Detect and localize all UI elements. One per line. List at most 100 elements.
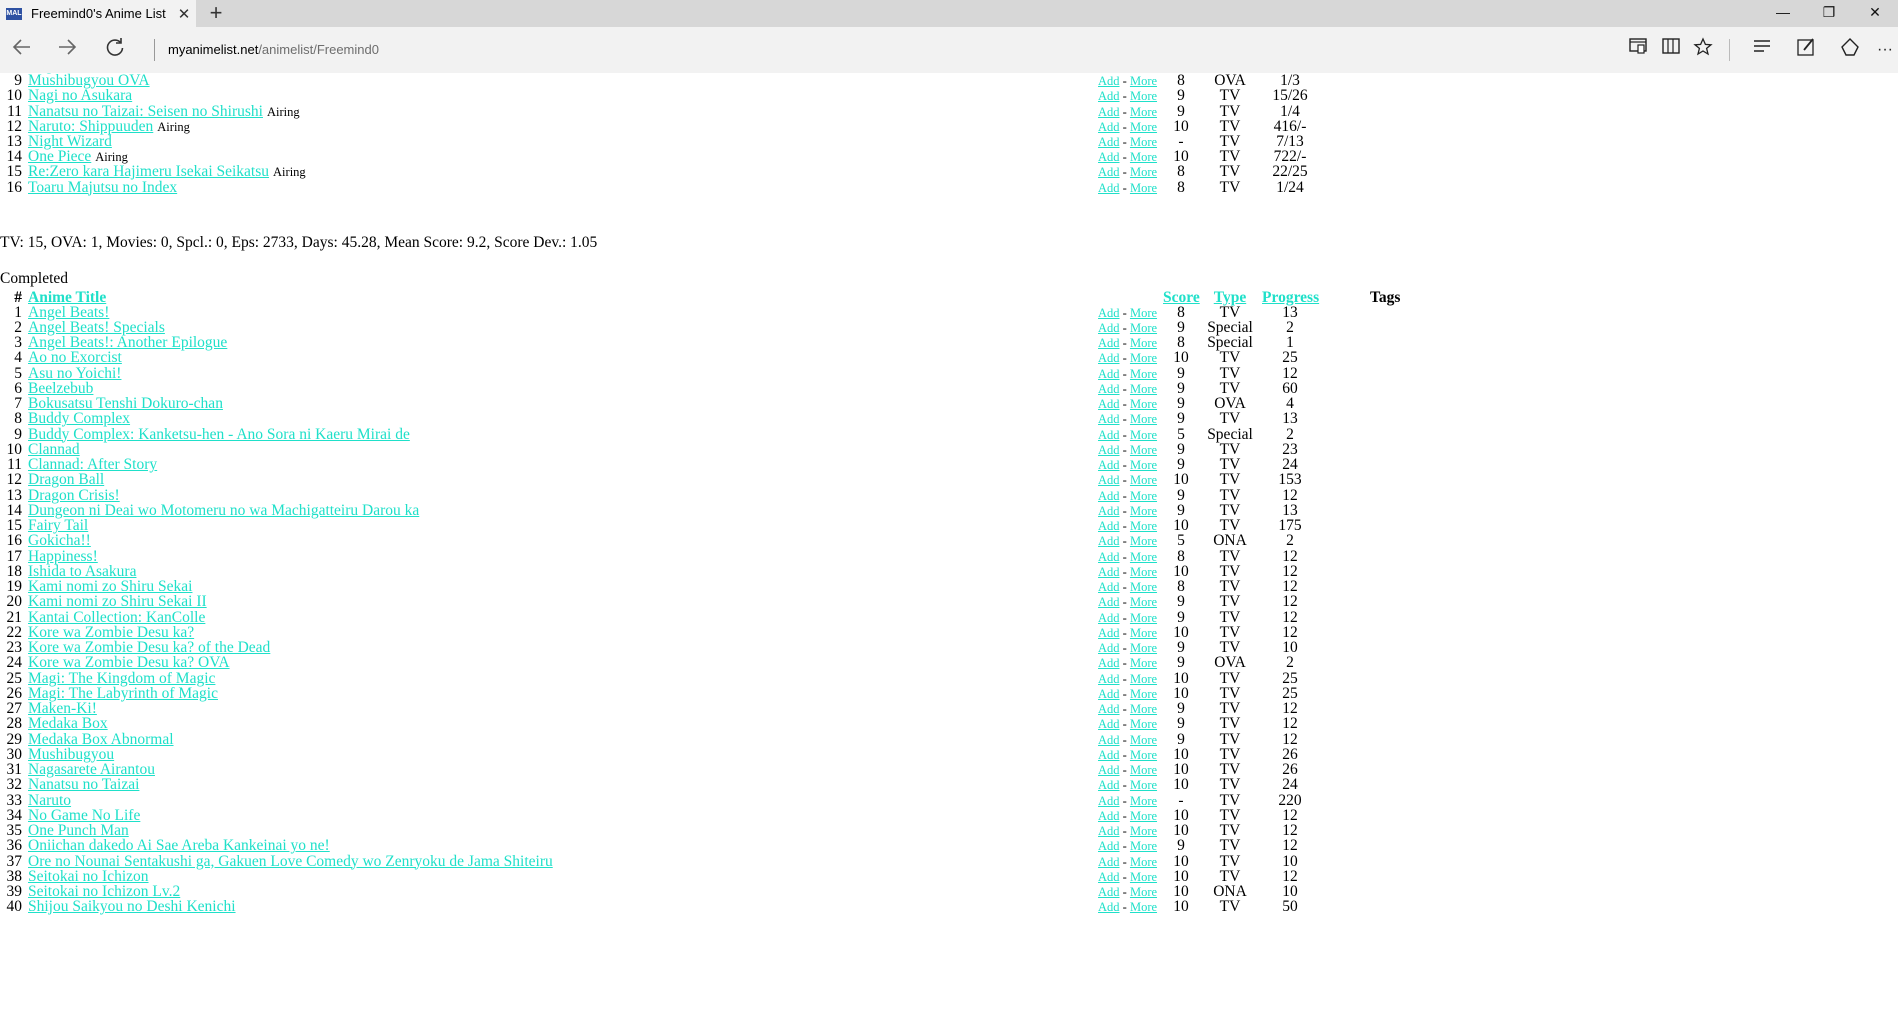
add-link[interactable]: Add xyxy=(1098,473,1120,487)
more-link[interactable]: More xyxy=(1130,458,1157,472)
add-link[interactable]: Add xyxy=(1098,885,1120,899)
more-link[interactable]: More xyxy=(1130,824,1157,838)
add-link[interactable]: Add xyxy=(1098,641,1120,655)
browser-tab[interactable]: MAL Freemind0's Anime List ✕ xyxy=(0,0,196,27)
more-link[interactable]: More xyxy=(1130,428,1157,442)
anime-title-link[interactable]: Toaru Majutsu no Index xyxy=(28,179,177,196)
refresh-icon[interactable] xyxy=(101,36,129,64)
add-link[interactable]: Add xyxy=(1098,489,1120,503)
add-link[interactable]: Add xyxy=(1098,181,1120,195)
add-link[interactable]: Add xyxy=(1098,534,1120,548)
more-link[interactable]: More xyxy=(1130,336,1157,350)
add-link[interactable]: Add xyxy=(1098,626,1120,640)
more-link[interactable]: More xyxy=(1130,382,1157,396)
more-link[interactable]: More xyxy=(1130,794,1157,808)
add-link[interactable]: Add xyxy=(1098,565,1120,579)
more-link[interactable]: More xyxy=(1130,565,1157,579)
add-link[interactable]: Add xyxy=(1098,763,1120,777)
more-link[interactable]: More xyxy=(1130,748,1157,762)
more-link[interactable]: More xyxy=(1130,367,1157,381)
tab-close-icon[interactable]: ✕ xyxy=(172,5,196,23)
back-arrow-icon[interactable] xyxy=(8,36,36,64)
more-link[interactable]: More xyxy=(1130,135,1157,149)
more-link[interactable]: More xyxy=(1130,306,1157,320)
add-link[interactable]: Add xyxy=(1098,778,1120,792)
more-link[interactable]: More xyxy=(1130,489,1157,503)
add-link[interactable]: Add xyxy=(1098,336,1120,350)
more-link[interactable]: More xyxy=(1130,412,1157,426)
more-link[interactable]: More xyxy=(1130,656,1157,670)
add-link[interactable]: Add xyxy=(1098,900,1120,914)
add-link[interactable]: Add xyxy=(1098,794,1120,808)
share-icon[interactable] xyxy=(1837,37,1863,63)
add-link[interactable]: Add xyxy=(1098,580,1120,594)
more-link[interactable]: More xyxy=(1130,89,1157,103)
restore-button[interactable]: ❐ xyxy=(1806,0,1852,27)
favorite-star-icon[interactable] xyxy=(1690,37,1716,63)
more-link[interactable]: More xyxy=(1130,181,1157,195)
more-link[interactable]: More xyxy=(1130,321,1157,335)
web-note-icon[interactable] xyxy=(1793,37,1819,63)
close-window-button[interactable]: ✕ xyxy=(1852,0,1898,27)
add-link[interactable]: Add xyxy=(1098,717,1120,731)
more-link[interactable]: More xyxy=(1130,778,1157,792)
add-link[interactable]: Add xyxy=(1098,165,1120,179)
more-link[interactable]: More xyxy=(1130,165,1157,179)
minimize-button[interactable]: — xyxy=(1760,0,1806,27)
more-link[interactable]: More xyxy=(1130,519,1157,533)
add-link[interactable]: Add xyxy=(1098,428,1120,442)
add-link[interactable]: Add xyxy=(1098,321,1120,335)
add-link[interactable]: Add xyxy=(1098,120,1120,134)
more-link[interactable]: More xyxy=(1130,397,1157,411)
more-link[interactable]: More xyxy=(1130,885,1157,899)
more-link[interactable]: More xyxy=(1130,580,1157,594)
more-link[interactable]: More xyxy=(1130,641,1157,655)
more-link[interactable]: More xyxy=(1130,763,1157,777)
more-link[interactable]: More xyxy=(1130,717,1157,731)
add-link[interactable]: Add xyxy=(1098,809,1120,823)
add-link[interactable]: Add xyxy=(1098,519,1120,533)
more-link[interactable]: More xyxy=(1130,672,1157,686)
add-link[interactable]: Add xyxy=(1098,855,1120,869)
hub-icon[interactable] xyxy=(1749,37,1775,63)
more-link[interactable]: More xyxy=(1130,855,1157,869)
more-link[interactable]: More xyxy=(1130,595,1157,609)
book-icon[interactable] xyxy=(1658,37,1684,63)
more-link[interactable]: More xyxy=(1130,870,1157,884)
more-link[interactable]: More xyxy=(1130,473,1157,487)
add-link[interactable]: Add xyxy=(1098,74,1120,88)
add-link[interactable]: Add xyxy=(1098,702,1120,716)
add-link[interactable]: Add xyxy=(1098,458,1120,472)
add-link[interactable]: Add xyxy=(1098,824,1120,838)
more-link[interactable]: More xyxy=(1130,504,1157,518)
add-link[interactable]: Add xyxy=(1098,89,1120,103)
more-link[interactable]: More xyxy=(1130,150,1157,164)
address-bar[interactable]: myanimelist.net/animelist/Freemind0 xyxy=(168,41,379,59)
add-link[interactable]: Add xyxy=(1098,412,1120,426)
add-link[interactable]: Add xyxy=(1098,687,1120,701)
add-link[interactable]: Add xyxy=(1098,443,1120,457)
add-link[interactable]: Add xyxy=(1098,351,1120,365)
add-link[interactable]: Add xyxy=(1098,550,1120,564)
more-link[interactable]: More xyxy=(1130,839,1157,853)
more-link[interactable]: More xyxy=(1130,687,1157,701)
more-link[interactable]: More xyxy=(1130,550,1157,564)
more-link[interactable]: More xyxy=(1130,120,1157,134)
add-link[interactable]: Add xyxy=(1098,672,1120,686)
more-link[interactable]: More xyxy=(1130,534,1157,548)
add-link[interactable]: Add xyxy=(1098,748,1120,762)
add-link[interactable]: Add xyxy=(1098,397,1120,411)
add-link[interactable]: Add xyxy=(1098,135,1120,149)
add-link[interactable]: Add xyxy=(1098,656,1120,670)
more-link[interactable]: More xyxy=(1130,626,1157,640)
add-link[interactable]: Add xyxy=(1098,611,1120,625)
more-link[interactable]: More xyxy=(1130,611,1157,625)
more-options-icon[interactable]: ··· xyxy=(1872,37,1898,63)
add-link[interactable]: Add xyxy=(1098,382,1120,396)
anime-title-link[interactable]: Shijou Saikyou no Deshi Kenichi xyxy=(28,898,236,915)
forward-arrow-icon[interactable] xyxy=(53,36,81,64)
add-link[interactable]: Add xyxy=(1098,839,1120,853)
more-link[interactable]: More xyxy=(1130,105,1157,119)
more-link[interactable]: More xyxy=(1130,351,1157,365)
add-link[interactable]: Add xyxy=(1098,367,1120,381)
